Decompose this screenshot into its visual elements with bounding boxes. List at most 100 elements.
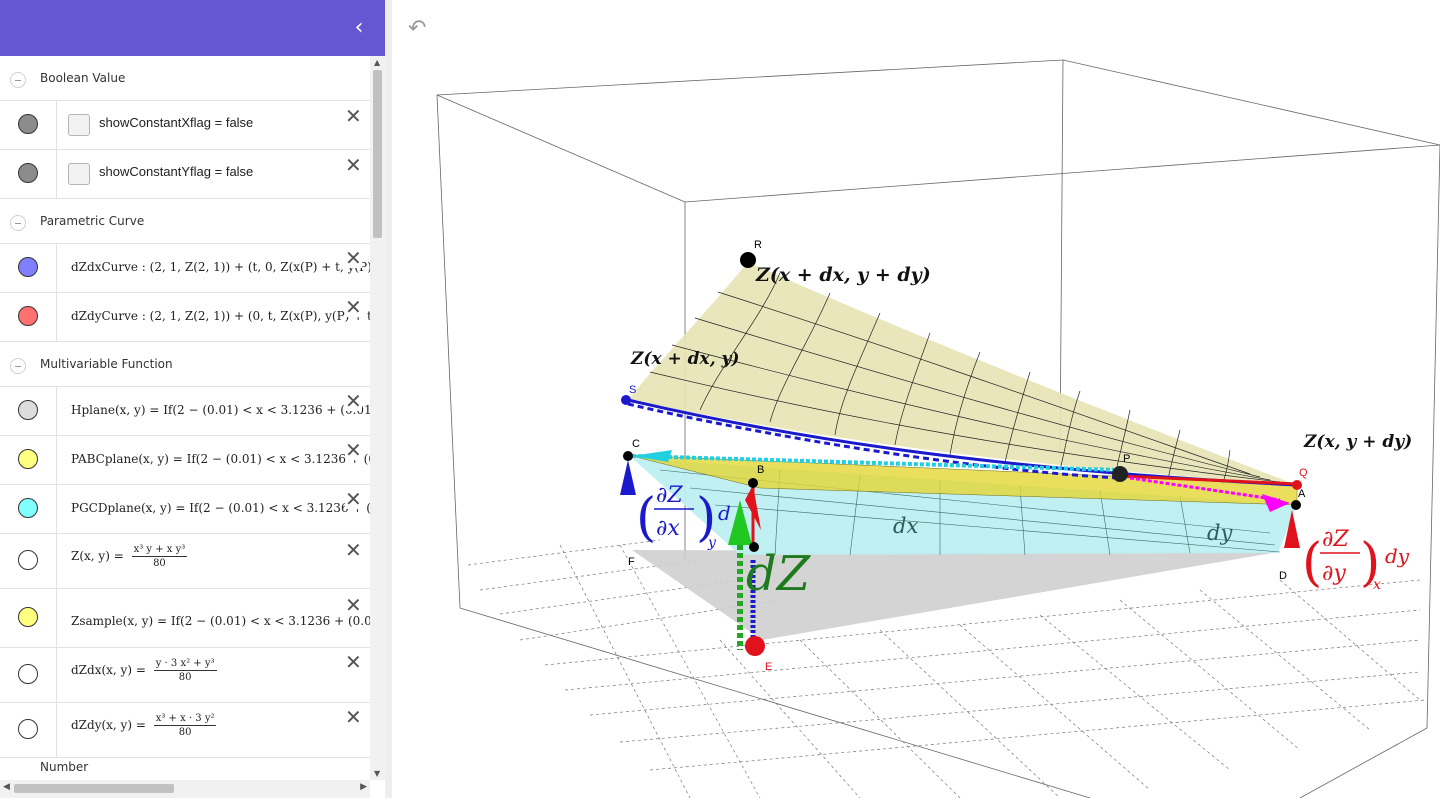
close-icon[interactable]: ✕ [345, 489, 362, 509]
boolean-checkbox[interactable] [68, 114, 90, 136]
curve-definition[interactable]: dZdxCurve : (2, 1, Z(2, 1)) + (t, 0, Z(x… [71, 260, 370, 274]
visibility-marble-icon[interactable] [18, 114, 38, 134]
panel-divider[interactable] [385, 0, 392, 798]
function-definition[interactable]: PABCplane(x, y) = If(2 − (0.01) < x < 3.… [71, 452, 370, 466]
point-b [748, 478, 758, 488]
boolean-label: showConstantXflag = false [99, 115, 254, 130]
marble-cell [0, 150, 57, 198]
partial-x-den: ∂x [656, 516, 680, 541]
visibility-marble-icon[interactable] [18, 449, 38, 469]
panel-header: ‹ [0, 0, 385, 56]
list-item-showconstanty[interactable]: showConstantYflag = false ✕ [0, 150, 370, 199]
close-icon[interactable]: ✕ [345, 297, 362, 317]
scroll-down-icon[interactable]: ▼ [374, 769, 380, 778]
list-item-zsample[interactable]: Zsample(x, y) = If(2 − (0.01) < x < 3.12… [0, 589, 370, 648]
label-z-dx: Z(x + dx, y) [630, 349, 739, 369]
label-dx: dx [893, 514, 918, 538]
fraction-numerator: x³ y + x y³ [131, 544, 188, 557]
scrollbar-thumb[interactable] [14, 784, 174, 793]
scrollbar-thumb[interactable] [373, 70, 382, 238]
function-definition[interactable]: Zsample(x, y) = If(2 − (0.01) < x < 3.12… [71, 614, 370, 628]
chevron-left-icon[interactable]: ‹ [347, 16, 371, 40]
function-definition[interactable]: Z(x, y) = x³ y + x y³ 80 [71, 544, 188, 569]
curve-definition[interactable]: dZdyCurve : (2, 1, Z(2, 1)) + (0, t, Z(x… [71, 309, 370, 323]
scene-canvas[interactable]: R S C B P Q A D E F Z(x + dx, y + dy) Z(… [392, 0, 1440, 798]
fraction-denominator: 80 [178, 727, 192, 738]
label-d: D [1279, 570, 1287, 582]
function-definition[interactable]: PGCDplane(x, y) = If(2 − (0.01) < x < 3.… [71, 501, 370, 515]
close-icon[interactable]: ✕ [345, 540, 362, 560]
label-a: A [1298, 488, 1306, 500]
visibility-marble-icon[interactable] [18, 400, 38, 420]
partial-y-tail: dy [1385, 544, 1410, 568]
close-icon[interactable]: ✕ [345, 652, 362, 672]
visibility-marble-icon[interactable] [18, 306, 38, 326]
label-e: E [765, 661, 772, 673]
surface-z[interactable] [628, 262, 1297, 485]
undo-icon[interactable]: ↶ [408, 16, 434, 41]
boolean-label: showConstantYflag = false [99, 164, 254, 179]
visibility-marble-icon[interactable] [18, 257, 38, 277]
function-definition[interactable]: Hplane(x, y) = If(2 − (0.01) < x < 3.123… [71, 403, 370, 417]
close-icon[interactable]: ✕ [345, 440, 362, 460]
point-e [745, 636, 765, 656]
algebra-panel: ‹ Boolean Value showConstantXflag = fals… [0, 0, 385, 798]
group-boolean-value[interactable]: Boolean Value [0, 56, 370, 101]
list-item-dzdxcurve[interactable]: dZdxCurve : (2, 1, Z(2, 1)) + (t, 0, Z(x… [0, 244, 370, 293]
collapse-group-icon[interactable] [10, 358, 26, 374]
point-r [740, 252, 756, 268]
label-s: S [629, 384, 636, 396]
label-b: B [757, 464, 764, 476]
list-item-dzdx[interactable]: dZdx(x, y) = y · 3 x² + y³ 80 ✕ [0, 648, 370, 703]
group-title: Boolean Value [40, 71, 126, 85]
partial-y-sub: x [1373, 577, 1381, 593]
list-item-pabcplane[interactable]: PABCplane(x, y) = If(2 − (0.01) < x < 3.… [0, 436, 370, 485]
group-number[interactable]: Number [0, 758, 370, 778]
fraction: x³ y + x y³ 80 [131, 544, 188, 569]
list-item-hplane[interactable]: Hplane(x, y) = If(2 − (0.01) < x < 3.123… [0, 387, 370, 436]
function-definition[interactable]: dZdx(x, y) = y · 3 x² + y³ 80 [71, 658, 217, 683]
boolean-checkbox[interactable] [68, 163, 90, 185]
gray-plane[interactable] [632, 550, 1278, 640]
visibility-marble-icon[interactable] [18, 163, 38, 183]
list-item-showconstantx[interactable]: showConstantXflag = false ✕ [0, 101, 370, 150]
visibility-marble-icon[interactable] [18, 719, 38, 739]
partial-y-num: ∂Z [1322, 527, 1349, 552]
visibility-marble-icon[interactable] [18, 607, 38, 627]
close-icon[interactable]: ✕ [345, 155, 362, 175]
close-icon[interactable]: ✕ [345, 707, 362, 727]
visibility-marble-icon[interactable] [18, 664, 38, 684]
horizontal-scrollbar[interactable]: ◀ ▶ [0, 780, 370, 798]
visibility-marble-icon[interactable] [18, 498, 38, 518]
list-item-dzdycurve[interactable]: dZdyCurve : (2, 1, Z(2, 1)) + (0, t, Z(x… [0, 293, 370, 342]
fraction-numerator: y · 3 x² + y³ [153, 658, 217, 671]
scroll-up-icon[interactable]: ▲ [374, 58, 380, 67]
group-multivariable-function[interactable]: Multivariable Function [0, 342, 370, 387]
scroll-right-icon[interactable]: ▶ [360, 782, 367, 792]
close-icon[interactable]: ✕ [345, 391, 362, 411]
marble-cell [0, 387, 57, 435]
vertical-scrollbar[interactable]: ▲ ▼ [370, 56, 385, 780]
close-icon[interactable]: ✕ [345, 248, 362, 268]
visibility-marble-icon[interactable] [18, 550, 38, 570]
partial-y-label: ( ∂Z ∂y ) x dy [1302, 527, 1410, 593]
marble-cell [0, 534, 57, 588]
close-icon[interactable]: ✕ [345, 106, 362, 126]
graphics-3d-view[interactable]: R S C B P Q A D E F Z(x + dx, y + dy) Z(… [392, 0, 1440, 798]
marble-cell [0, 589, 57, 647]
collapse-group-icon[interactable] [10, 72, 26, 88]
list-item-dzdy[interactable]: dZdy(x, y) = x³ + x · 3 y² 80 ✕ [0, 703, 370, 758]
collapse-group-icon[interactable] [10, 215, 26, 231]
list-item-pgcdplane[interactable]: PGCDplane(x, y) = If(2 − (0.01) < x < 3.… [0, 485, 370, 534]
function-lhs: dZdx(x, y) = [71, 663, 146, 677]
close-icon[interactable]: ✕ [345, 595, 362, 615]
svg-text:(: ( [1302, 533, 1322, 593]
function-definition[interactable]: dZdy(x, y) = x³ + x · 3 y² 80 [71, 713, 217, 738]
group-parametric-curve[interactable]: Parametric Curve [0, 199, 370, 244]
list-item-z[interactable]: Z(x, y) = x³ y + x y³ 80 ✕ [0, 534, 370, 589]
group-title: Parametric Curve [40, 214, 145, 228]
algebra-list[interactable]: Boolean Value showConstantXflag = false … [0, 56, 370, 780]
fraction-denominator: 80 [178, 672, 192, 683]
scroll-left-icon[interactable]: ◀ [3, 782, 10, 792]
fraction: y · 3 x² + y³ 80 [153, 658, 217, 683]
